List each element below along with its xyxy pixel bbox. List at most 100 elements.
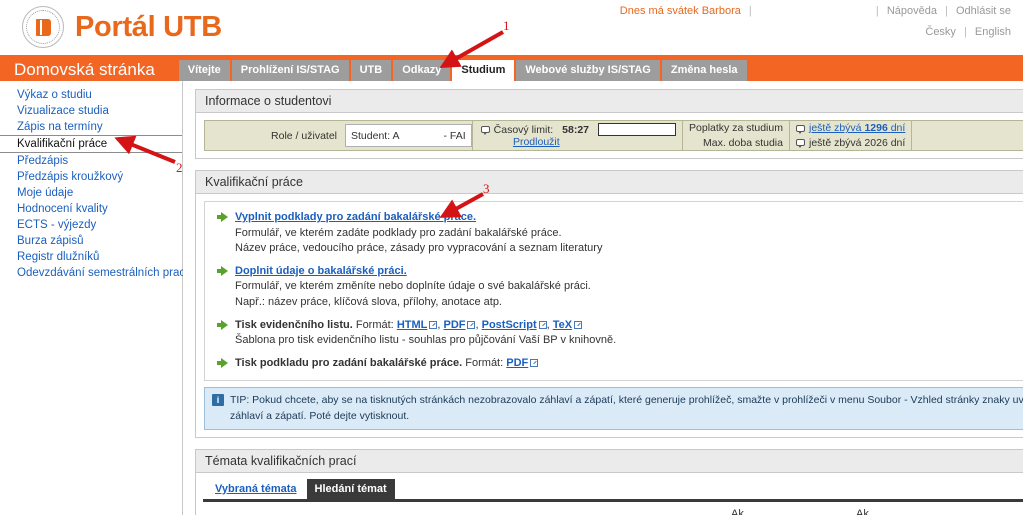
utb-seal-icon [22, 6, 64, 48]
time-limit-line: Časový limit: 58:27 [480, 123, 677, 136]
green-arrow-icon [217, 265, 228, 276]
tab-utb[interactable]: UTB [350, 60, 392, 81]
external-link-icon [538, 320, 547, 329]
sidebar-item-predzapis[interactable]: Předzápis [0, 153, 182, 169]
qualification-title: Kvalifikační práce [196, 171, 1023, 194]
fees-remaining-link[interactable]: ještě zbývá 1296 dní [809, 121, 905, 135]
format-pdf-link-2[interactable]: PDF [506, 357, 528, 369]
fees-remaining-line: ještě zbývá 1296 dní [795, 121, 905, 135]
max-remaining-line: ještě zbývá 2026 dní [795, 136, 906, 150]
tab-hledani-temat[interactable]: Hledání témat [306, 478, 395, 500]
fees-remaining-value: 1296 [864, 122, 888, 135]
sidebar-item-moje-udaje[interactable]: Moje údaje [0, 185, 182, 201]
tooltip-bubble-icon [480, 126, 490, 135]
name-day-text: Dnes má svátek Barbora [619, 5, 741, 17]
max-duration-label: Max. doba studia [703, 136, 783, 149]
separator-4: | [964, 26, 967, 38]
green-arrow-icon [217, 319, 228, 330]
item-4-text: Tisk podkladu pro zadání bakalářské prác… [235, 356, 539, 372]
external-link-icon [530, 358, 539, 367]
separator-1: | [748, 5, 752, 17]
qualification-links-box: Vyplnit podklady pro zadání bakalářské p… [204, 201, 1023, 382]
extend-session-link[interactable]: Prodloužit [513, 136, 560, 148]
book-icon [35, 18, 51, 36]
page-body: Výkaz o studiu Vizualizace studia Zápis … [0, 81, 1023, 515]
role-label: Role / uživatel [271, 129, 337, 142]
external-link-icon [429, 320, 438, 329]
topic-search-form: Název Vedoucí Katedra Typ práce bakalářs… [203, 502, 1023, 515]
time-limit-label: Časový limit: [493, 123, 554, 136]
logout-link[interactable]: Odhlásit se [956, 5, 1011, 17]
days-remaining-cell: ještě zbývá 1296 dní ještě zbývá 2026 dn… [788, 121, 911, 150]
topics-title: Témata kvalifikačních prací [196, 449, 1023, 473]
time-progress-bar [598, 123, 677, 136]
vyplnit-podklady-link[interactable]: Vyplnit podklady pro zadání bakalářské p… [235, 211, 476, 223]
time-limit-value: 58:27 [562, 123, 590, 136]
item-3-text: Tisk evidenčního listu. Formát: HTML, PD… [235, 318, 617, 347]
main-content: Informace o studentovi Role / uživatel S… [183, 81, 1023, 515]
year-defense-label: Ak .rok obhaj. [856, 508, 886, 515]
time-limit-cell: Časový limit: 58:27 Prodloužit [471, 121, 682, 150]
max-remaining-text: ještě zbývá 2026 dní [808, 136, 906, 149]
tab-webove-sluzby-isstag[interactable]: Webové služby IS/STAG [516, 60, 660, 81]
fees-remaining-prefix: ještě zbývá [808, 122, 862, 135]
site-header: Portál UTB Dnes má svátek Barbora | | Ná… [0, 0, 1023, 55]
tip-box: i TIP: Pokud chcete, aby se na tisknutýc… [204, 387, 1023, 430]
item-2-desc2: Např.: název práce, klíčová slova, přílo… [235, 296, 502, 309]
student-value: Student: A [351, 129, 400, 142]
sidebar-item-vizualizace-studia[interactable]: Vizualizace studia [0, 103, 182, 119]
topics-tab-list: Vybraná témata Hledání témat [203, 478, 1023, 503]
list-item: Tisk evidenčního listu. Formát: HTML, PD… [214, 318, 1023, 349]
item-3-desc1: Šablona pro tisk evidenčního listu - sou… [235, 334, 617, 347]
green-arrow-icon [217, 212, 228, 222]
format-postscript-link[interactable]: PostScript [482, 319, 537, 331]
item-2-text: Doplnit údaje o bakalářské práci. Formul… [235, 264, 591, 311]
tab-zmena-hesla[interactable]: Změna hesla [661, 60, 747, 81]
sidebar-item-burza-zapisu[interactable]: Burza zápisů [0, 233, 182, 249]
item-1-desc2: Název práce, vedoucího práce, zásady pro… [235, 242, 603, 255]
help-link[interactable]: Nápověda [887, 5, 937, 17]
format-tex-link[interactable]: TeX [553, 319, 572, 331]
format-html-link[interactable]: HTML [397, 319, 428, 331]
logo-area: Portál UTB [22, 6, 222, 48]
top-links: Dnes má svátek Barbora | | Nápověda | Od… [620, 5, 1011, 38]
sidebar-item-odevzdavani-semestralnich-praci[interactable]: Odevzdávání semestrálních prací [0, 265, 188, 281]
format-label-4: Formát: [465, 356, 504, 369]
external-link-icon [467, 320, 476, 329]
language-cs-link[interactable]: Česky [925, 26, 956, 38]
item-1-desc1: Formulář, ve kterém zadáte podklady pro … [235, 226, 562, 239]
year-assign-label-line1: Ak [731, 508, 744, 515]
student-faculty: - FAI [443, 129, 466, 142]
tab-studium[interactable]: Studium [452, 60, 515, 81]
sidebar-item-vykaz-o-studiu[interactable]: Výkaz o studiu [0, 87, 182, 103]
tab-prohlizeni-isstag[interactable]: Prohlížení IS/STAG [231, 60, 349, 81]
tab-vybrana-temata[interactable]: Vybraná témata [207, 478, 305, 500]
home-link[interactable]: Domovská stránka [0, 61, 169, 81]
sidebar-item-zapis-na-terminy[interactable]: Zápis na termíny [0, 119, 182, 135]
tab-odkazy[interactable]: Odkazy [393, 60, 451, 81]
tab-vitejte[interactable]: Vítejte [178, 60, 230, 81]
tip-text: TIP: Pokud chcete, aby se na tisknutých … [230, 394, 1023, 422]
format-pdf-link[interactable]: PDF [443, 319, 465, 331]
separator-3: | [945, 5, 948, 17]
sidebar-item-hodnoceni-kvality[interactable]: Hodnocení kvality [0, 201, 182, 217]
page-root: Portál UTB Dnes má svátek Barbora | | Ná… [0, 0, 1023, 515]
list-item: Doplnit údaje o bakalářské práci. Formul… [214, 264, 1023, 311]
infobar-filler [911, 121, 1023, 150]
sidebar-item-registr-dluzniku[interactable]: Registr dlužníků [0, 249, 182, 265]
sidebar-item-kvalifikacni-prace[interactable]: Kvalifikační práce [0, 135, 182, 153]
separator-2: | [875, 5, 879, 17]
extend-row: Prodloužit [481, 136, 676, 148]
student-info-panel: Informace o studentovi Role / uživatel S… [195, 89, 1023, 159]
doplnit-udaje-link[interactable]: Doplnit údaje o bakalářské práci. [235, 265, 407, 277]
item-1-text: Vyplnit podklady pro zadání bakalářské p… [235, 210, 602, 257]
sidebar: Výkaz o studiu Vizualizace studia Zápis … [0, 81, 188, 515]
qualification-panel: Kvalifikační práce Vyplnit podklady pro … [195, 170, 1023, 438]
nav-tab-list: Vítejte Prohlížení IS/STAG UTB Odkazy St… [178, 60, 747, 81]
language-en-link[interactable]: English [975, 26, 1011, 38]
fees-labels-cell: Poplatky za studium Max. doba studia [682, 121, 789, 150]
student-info-title: Informace o studentovi [196, 90, 1023, 113]
student-identity-field: Student: A - FAI [345, 124, 472, 147]
sidebar-item-ects-vyjezdy[interactable]: ECTS - výjezdy [0, 217, 182, 233]
sidebar-item-predzapis-krouzkovy[interactable]: Předzápis kroužkový [0, 169, 182, 185]
